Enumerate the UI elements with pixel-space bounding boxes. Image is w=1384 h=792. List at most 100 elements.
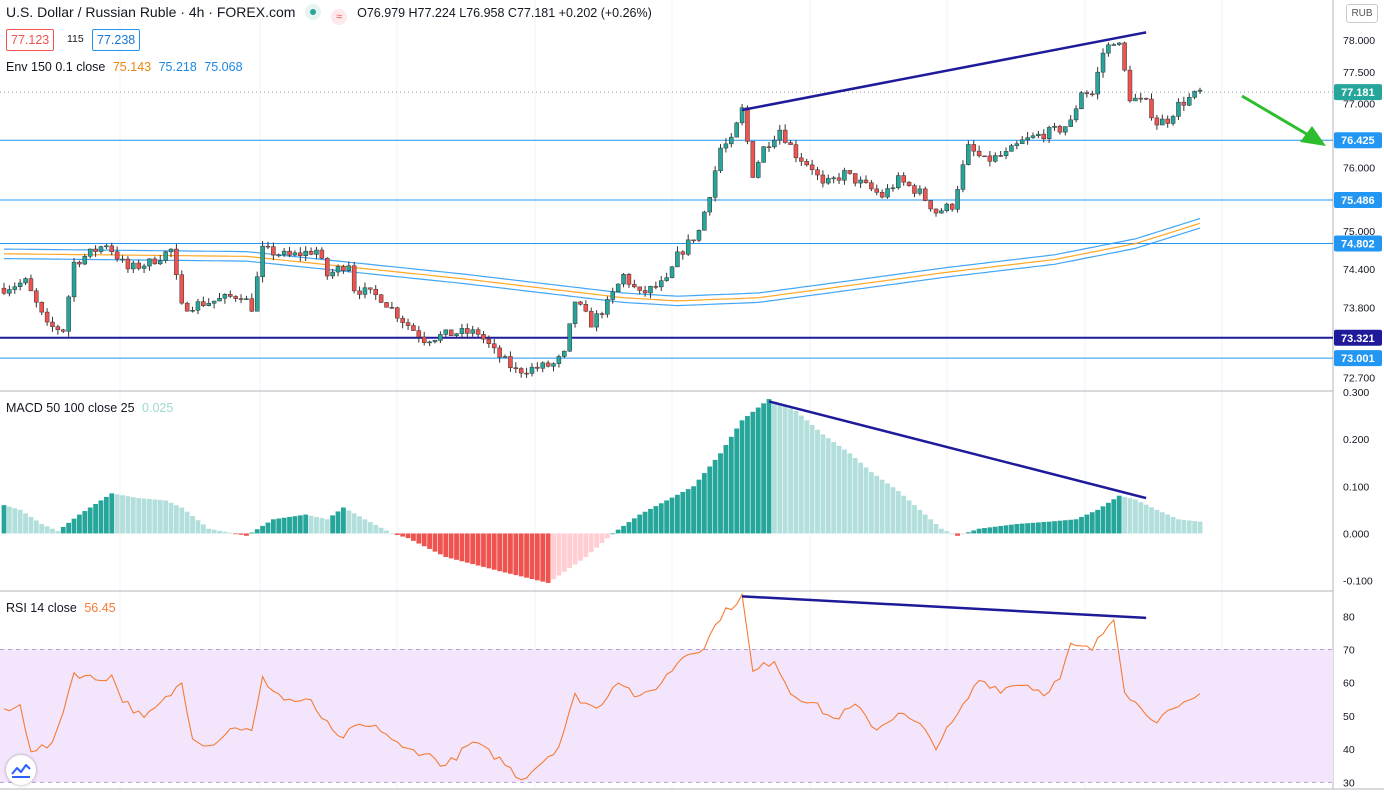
candle[interactable] [357,290,362,295]
candle[interactable] [513,367,519,369]
candle[interactable] [448,329,454,336]
candle[interactable] [723,143,729,149]
candle[interactable] [233,296,238,299]
candle[interactable] [906,181,912,186]
candle[interactable] [653,286,659,288]
candle[interactable] [1036,133,1041,136]
candle[interactable] [443,329,449,335]
candle[interactable] [157,260,163,265]
candle[interactable] [734,122,739,138]
candle[interactable] [1068,119,1073,127]
candle[interactable] [265,245,271,248]
candle[interactable] [702,211,707,231]
candle[interactable] [831,177,836,180]
candle[interactable] [804,161,809,166]
candle[interactable] [438,334,443,341]
candle[interactable] [249,298,255,312]
candlestick-series[interactable] [1,41,1203,378]
tradingview-logo[interactable] [6,755,36,785]
candle[interactable] [621,274,626,285]
candle[interactable] [1079,92,1084,110]
candle[interactable] [535,366,540,369]
candle[interactable] [120,258,125,261]
candle[interactable] [114,251,120,260]
candle[interactable] [960,164,966,190]
candle[interactable] [1009,145,1014,152]
candle[interactable] [933,208,939,214]
candle[interactable] [432,340,438,343]
candle[interactable] [1025,137,1030,141]
candle[interactable] [518,368,524,374]
candle[interactable] [777,129,783,141]
candle[interactable] [648,286,653,294]
candle[interactable] [351,265,357,292]
candle[interactable] [750,141,756,178]
candle[interactable] [562,350,567,357]
candle[interactable] [1106,44,1111,54]
candle[interactable] [378,294,384,303]
candle[interactable] [1057,125,1063,133]
symbol-title[interactable]: U.S. Dollar / Russian Ruble · 4h · FOREX… [6,4,295,20]
candle[interactable] [599,313,605,315]
candle[interactable] [529,366,535,374]
candle[interactable] [939,210,944,214]
candle[interactable] [782,129,788,143]
candle[interactable] [421,336,427,343]
candle[interactable] [1176,101,1181,117]
candle[interactable] [949,203,955,210]
candle[interactable] [869,182,874,190]
candle[interactable] [659,280,664,288]
candle[interactable] [524,372,529,375]
candle[interactable] [1138,97,1143,100]
candle[interactable] [896,175,901,189]
candle[interactable] [1122,42,1127,71]
candle[interactable] [836,177,842,181]
candle[interactable] [395,307,400,319]
candle[interactable] [890,187,896,190]
candle[interactable] [680,251,686,255]
candle[interactable] [12,286,18,290]
candle[interactable] [1165,118,1170,124]
candle[interactable] [217,297,222,302]
candle[interactable] [184,302,190,312]
candle[interactable] [788,142,793,145]
candle[interactable] [551,363,556,367]
candle[interactable] [98,246,104,252]
candle[interactable] [17,282,23,287]
candle[interactable] [1154,117,1160,126]
candle[interactable] [982,155,987,158]
candle[interactable] [696,230,702,241]
candle[interactable] [195,301,201,311]
candle[interactable] [271,246,276,256]
arrow-shaft[interactable] [1241,94,1311,138]
candle[interactable] [1111,44,1117,46]
candle[interactable] [879,192,885,198]
candle[interactable] [729,136,734,145]
candle[interactable] [901,175,906,183]
candle[interactable] [492,343,497,349]
candle[interactable] [508,356,513,368]
candle[interactable] [998,155,1003,157]
candle[interactable] [745,107,750,142]
candle[interactable] [141,265,147,269]
candle[interactable] [319,249,325,259]
candle[interactable] [373,288,378,296]
data-delay-icon[interactable]: ≈ [331,9,348,25]
candle[interactable] [362,287,368,295]
candle[interactable] [955,189,960,210]
forecast-arrow[interactable] [1241,94,1326,146]
candle[interactable] [572,301,578,324]
candle[interactable] [308,250,314,255]
chart-canvas[interactable]: 72.70073.00073.30073.80074.40075.00075.5… [0,0,1384,792]
envelope-legend[interactable]: Env 150 0.1 close 75.143 75.218 75.068 [6,60,243,74]
candle[interactable] [766,146,772,149]
candle[interactable] [125,258,131,270]
candle[interactable] [23,278,28,284]
candle[interactable] [1160,118,1165,126]
candle[interactable] [793,144,799,159]
macd-legend[interactable]: MACD 50 100 close 25 0.025 [6,401,173,415]
candle[interactable] [664,277,669,281]
sell-price-button[interactable]: 77.123 [6,29,55,51]
candle[interactable] [497,347,502,358]
candle[interactable] [34,290,39,303]
